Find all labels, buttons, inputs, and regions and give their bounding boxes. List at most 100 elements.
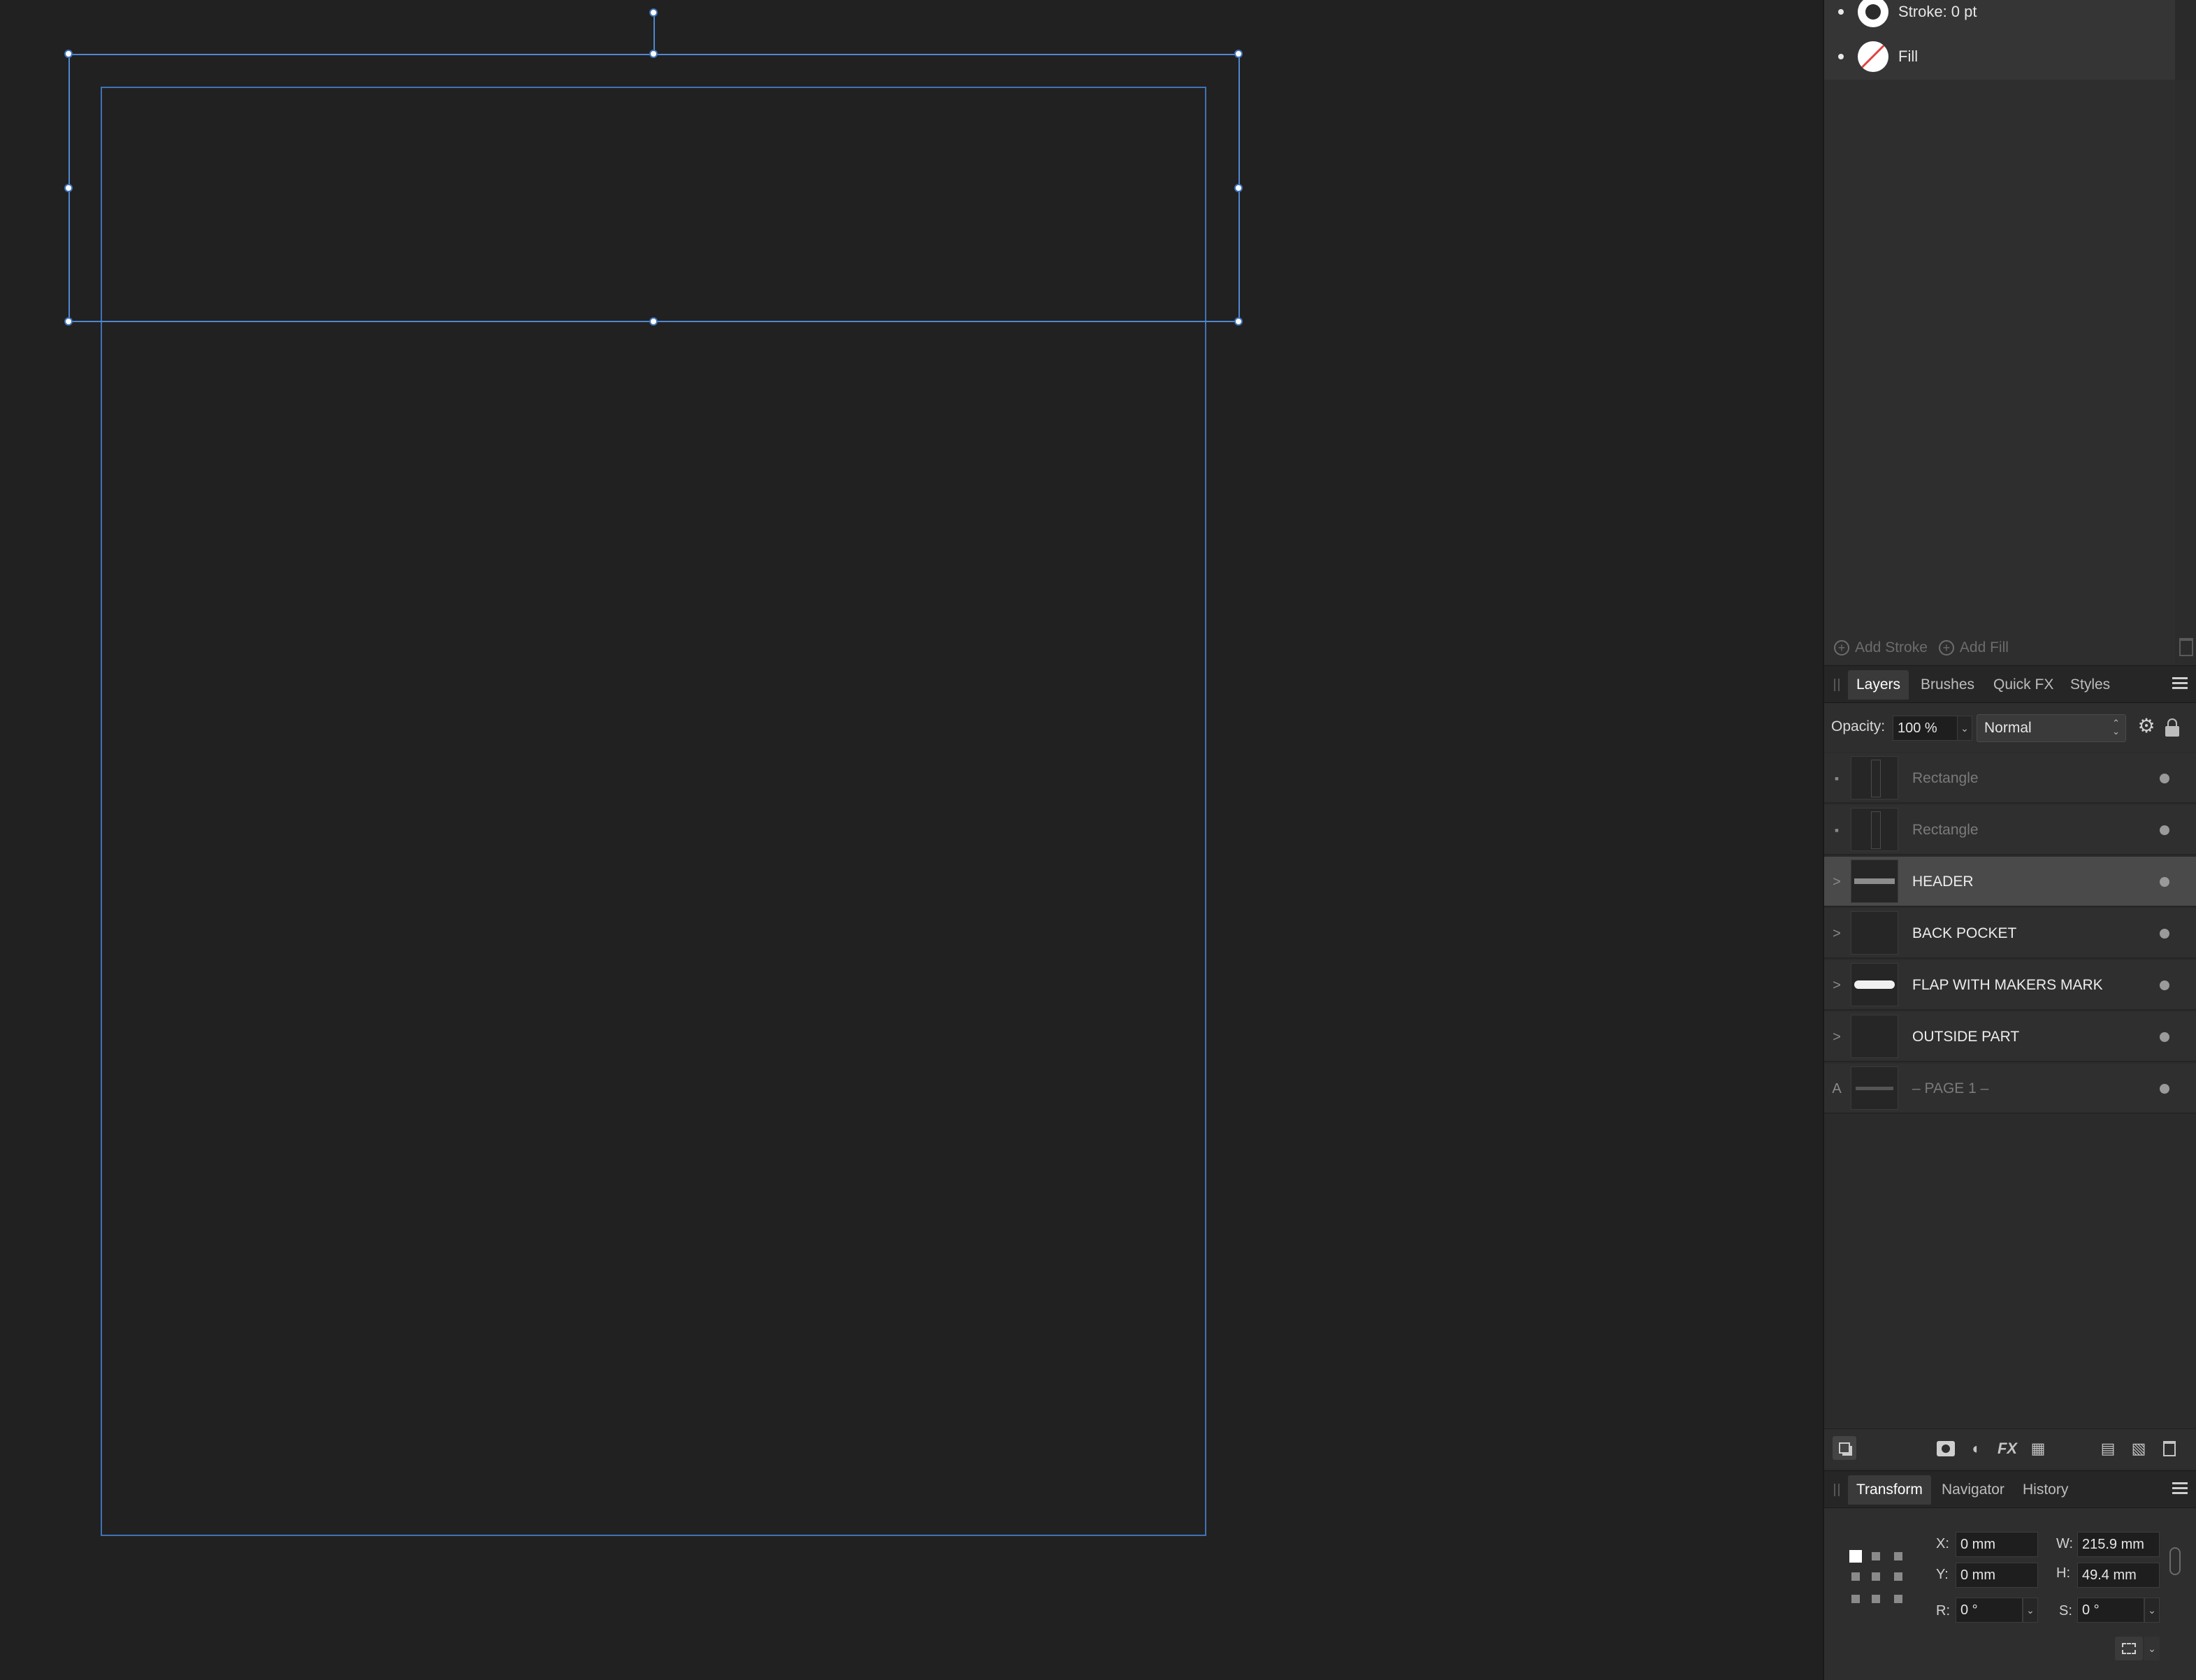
opacity-dropdown-chevron-icon[interactable]: ⌄ xyxy=(1957,716,1972,741)
y-input[interactable]: 0 mm xyxy=(1956,1563,2038,1588)
adjustment-layer-icon[interactable]: ◐ xyxy=(1967,1439,1986,1458)
appearance-scrollbar[interactable] xyxy=(2175,0,2196,80)
layer-name: – PAGE 1 – xyxy=(1912,1080,1989,1096)
w-input[interactable]: 215.9 mm xyxy=(2077,1532,2160,1557)
anchor-middle-left[interactable] xyxy=(1851,1572,1860,1581)
add-fill-button[interactable]: + Add Fill xyxy=(1938,639,2009,656)
expand-chevron-icon[interactable]: > xyxy=(1824,857,1849,907)
selection-handle-middle-right[interactable] xyxy=(1234,184,1243,192)
opacity-input[interactable]: 100 % xyxy=(1893,716,1958,741)
r-label: R: xyxy=(1936,1603,1950,1619)
layer-thumbnail xyxy=(1851,963,1898,1006)
layer-row[interactable]: > BACK POCKET xyxy=(1824,908,2196,959)
selection-handle-bottom-right[interactable] xyxy=(1234,317,1243,326)
add-pixel-layer-icon[interactable]: ▧ xyxy=(2129,1439,2148,1458)
tab-transform[interactable]: Transform xyxy=(1848,1475,1931,1505)
rotation-dropdown-chevron-icon[interactable]: ⌄ xyxy=(2023,1598,2038,1623)
fill-visibility-dot[interactable] xyxy=(1838,54,1844,59)
expand-chevron-icon[interactable]: > xyxy=(1824,1012,1849,1062)
document-canvas[interactable] xyxy=(0,0,1823,1680)
fill-row[interactable]: Fill xyxy=(1838,39,1918,74)
x-input[interactable]: 0 mm xyxy=(1956,1532,2038,1557)
mask-layer-icon[interactable] xyxy=(1936,1439,1956,1458)
stroke-visibility-dot[interactable] xyxy=(1838,9,1844,15)
transform-options-chevron-icon[interactable]: ⌄ xyxy=(2144,1637,2160,1660)
layer-type-icon: ▪︎ xyxy=(1834,771,1840,785)
stroke-label: Stroke: 0 pt xyxy=(1898,3,1977,20)
add-layer-icon[interactable]: ▤ xyxy=(2098,1439,2118,1458)
tab-styles[interactable]: Styles xyxy=(2062,670,2118,700)
fx-layer-icon[interactable]: FX xyxy=(1998,1439,2017,1458)
anchor-bottom-right[interactable] xyxy=(1894,1595,1902,1603)
anchor-middle-right[interactable] xyxy=(1894,1572,1902,1581)
blend-mode-select[interactable]: Normal ⌃ ⌄ xyxy=(1977,714,2126,742)
layer-visibility-dot[interactable] xyxy=(2160,877,2169,887)
add-stroke-button[interactable]: + Add Stroke xyxy=(1834,639,1928,656)
panel-grip-icon[interactable] xyxy=(1834,679,1840,691)
rotation-handle-stem xyxy=(653,13,655,55)
layer-row-selected[interactable]: > HEADER xyxy=(1824,857,2196,907)
live-filter-icon[interactable]: ▦ xyxy=(2028,1439,2048,1458)
layer-settings-gear-icon[interactable]: ⚙ xyxy=(2136,716,2157,737)
add-stroke-plus-icon: + xyxy=(1834,640,1849,656)
layer-type-icon: ▪︎ xyxy=(1834,823,1840,837)
h-input[interactable]: 49.4 mm xyxy=(2077,1563,2160,1588)
selection-handle-top-right[interactable] xyxy=(1234,50,1243,58)
layer-thumbnail xyxy=(1851,1066,1898,1110)
anchor-center[interactable] xyxy=(1872,1572,1880,1581)
layer-visibility-dot[interactable] xyxy=(2160,825,2169,835)
add-fill-plus-icon: + xyxy=(1938,640,1954,656)
layer-row[interactable]: A – PAGE 1 – xyxy=(1824,1064,2196,1114)
layer-visibility-dot[interactable] xyxy=(2160,1032,2169,1042)
rotation-input[interactable]: 0 ° xyxy=(1956,1598,2023,1623)
constrain-proportions-link-icon[interactable] xyxy=(2169,1547,2181,1575)
transform-origin-toggle-icon[interactable] xyxy=(2115,1637,2143,1660)
appearance-footer: + Add Stroke + Add Fill xyxy=(1824,632,2196,663)
lock-icon[interactable] xyxy=(2165,718,2179,737)
layer-visibility-dot[interactable] xyxy=(2160,980,2169,990)
tab-navigator[interactable]: Navigator xyxy=(1933,1475,2013,1505)
expand-chevron-icon[interactable]: > xyxy=(1824,908,1849,959)
anchor-top-left[interactable] xyxy=(1849,1550,1862,1563)
stroke-swatch-icon[interactable] xyxy=(1858,0,1888,27)
anchor-bottom-left[interactable] xyxy=(1851,1595,1860,1603)
layer-visibility-dot[interactable] xyxy=(2160,929,2169,939)
anchor-bottom-center[interactable] xyxy=(1872,1595,1880,1603)
panel-grip-icon[interactable] xyxy=(1834,1484,1840,1496)
tab-brushes[interactable]: Brushes xyxy=(1912,670,1983,700)
fill-none-swatch-icon[interactable] xyxy=(1858,41,1888,72)
delete-appearance-trash-icon[interactable] xyxy=(2179,638,2193,656)
stroke-row[interactable]: Stroke: 0 pt xyxy=(1838,0,1977,29)
tab-history[interactable]: History xyxy=(2014,1475,2076,1505)
panel-menu-icon[interactable] xyxy=(2172,677,2188,691)
selection-handle-top-center[interactable] xyxy=(649,50,658,58)
anchor-top-center[interactable] xyxy=(1872,1552,1880,1560)
opacity-label: Opacity: xyxy=(1831,718,1886,734)
layer-visibility-dot[interactable] xyxy=(2160,774,2169,783)
selection-handle-middle-left[interactable] xyxy=(64,184,73,192)
panel-menu-icon[interactable] xyxy=(2172,1482,2188,1496)
anchor-point-selector[interactable] xyxy=(1849,1550,1902,1603)
expand-chevron-icon[interactable]: > xyxy=(1824,960,1849,1011)
layer-row[interactable]: ▪︎ Rectangle xyxy=(1824,805,2196,855)
layer-controls: Opacity: 100 % ⌄ Normal ⌃ ⌄ ⚙ xyxy=(1824,703,2196,752)
fill-label: Fill xyxy=(1898,48,1919,65)
selection-handle-bottom-center[interactable] xyxy=(649,317,658,326)
rotation-handle[interactable] xyxy=(649,8,658,17)
layer-row[interactable]: > FLAP WITH MAKERS MARK xyxy=(1824,960,2196,1011)
tab-quick-fx[interactable]: Quick FX xyxy=(1985,670,2062,700)
layer-row[interactable]: > OUTSIDE PART xyxy=(1824,1012,2196,1062)
w-label: W: xyxy=(2056,1536,2074,1551)
shear-dropdown-chevron-icon[interactable]: ⌄ xyxy=(2144,1598,2160,1623)
layer-visibility-dot[interactable] xyxy=(2160,1084,2169,1094)
tab-layers[interactable]: Layers xyxy=(1848,670,1909,700)
arrange-layers-icon[interactable] xyxy=(1833,1436,1856,1460)
delete-layer-trash-icon[interactable] xyxy=(2160,1439,2179,1458)
layers-empty-area[interactable] xyxy=(1824,1114,2196,1428)
layer-row[interactable]: ▪︎ Rectangle xyxy=(1824,753,2196,804)
selection-handle-top-left[interactable] xyxy=(64,50,73,58)
shear-input[interactable]: 0 ° xyxy=(2077,1598,2144,1623)
selection-bounding-box[interactable] xyxy=(68,54,1240,322)
selection-handle-bottom-left[interactable] xyxy=(64,317,73,326)
anchor-top-right[interactable] xyxy=(1894,1552,1902,1560)
